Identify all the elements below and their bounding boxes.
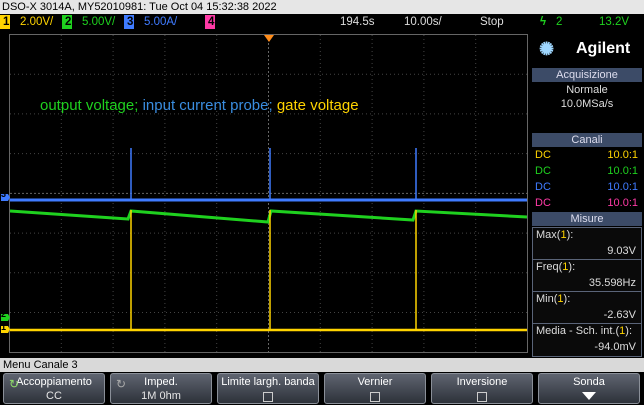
measurement-min[interactable]: Min(1): -2.63V bbox=[532, 291, 642, 325]
caption-input-current: input current probe; bbox=[142, 97, 277, 114]
ch2-scale[interactable]: 5.00V/ bbox=[82, 14, 115, 30]
impedance-softkey[interactable]: ↻ Imped. 1M 0hm bbox=[110, 373, 212, 404]
brand-name: Agilent bbox=[576, 40, 631, 57]
measurement-max[interactable]: Max(1): 9.03V bbox=[532, 227, 642, 261]
coupling-softkey[interactable]: ↻ Accoppiamento CC bbox=[3, 373, 105, 404]
ch2-marker-label: 2 bbox=[1, 309, 7, 319]
trigger-channel[interactable]: 2 bbox=[556, 14, 562, 30]
submenu-arrow-icon bbox=[582, 392, 596, 400]
softkey-bar: ↻ Accoppiamento CC ↻ Imped. 1M 0hm Limit… bbox=[0, 372, 644, 405]
trigger-edge-icon: ϟ bbox=[540, 16, 547, 28]
measurement-mean[interactable]: Media - Sch. int.(1): -94.0mV bbox=[532, 323, 642, 357]
graticule bbox=[0, 30, 529, 358]
run-state[interactable]: Stop bbox=[480, 14, 504, 30]
menu-title: Menu Canale 3 bbox=[0, 358, 644, 372]
ch3-scale[interactable]: 5.00A/ bbox=[144, 14, 177, 30]
probe-softkey[interactable]: Sonda bbox=[538, 373, 640, 404]
caption-output-voltage: output voltage; bbox=[40, 97, 143, 114]
trigger-level[interactable]: 13.2V bbox=[599, 14, 629, 30]
ch1-marker-label: 1 bbox=[1, 322, 7, 332]
rotate-knob-icon: ↻ bbox=[116, 377, 127, 391]
ch1-number[interactable]: 1 bbox=[1, 14, 11, 30]
ch2-number[interactable]: 2 bbox=[63, 14, 73, 30]
acquisition-header: Acquisizione bbox=[532, 68, 642, 82]
bandwidth-limit-checkbox[interactable] bbox=[263, 392, 273, 403]
time-offset[interactable]: 194.5s bbox=[340, 14, 375, 30]
ch3-number[interactable]: 3 bbox=[125, 14, 135, 30]
rotate-knob-icon: ↻ bbox=[9, 377, 20, 391]
invert-softkey[interactable]: Inversione bbox=[431, 373, 533, 404]
trace-caption: output voltage; input current probe; gat… bbox=[40, 97, 359, 114]
time-scale[interactable]: 10.00s/ bbox=[404, 14, 442, 30]
window-title: DSO-X 3014A, MY52010981: Tue Oct 04 15:3… bbox=[0, 0, 644, 14]
channel-status-bar: 1 2.00V/ 2 5.00V/ 3 5.00A/ 4 194.5s 10.0… bbox=[0, 14, 644, 30]
vernier-softkey[interactable]: Vernier bbox=[324, 373, 426, 404]
agilent-spark-icon: ✺ bbox=[539, 39, 555, 59]
ch3-marker-label: 3 bbox=[1, 189, 7, 199]
vernier-checkbox[interactable] bbox=[370, 392, 380, 403]
measurement-freq[interactable]: Freq(1): 35.598Hz bbox=[532, 259, 642, 293]
ch4-number[interactable]: 4 bbox=[206, 14, 216, 30]
side-panel: ✺ Agilent Acquisizione Normale 10.0MSa/s… bbox=[530, 30, 644, 358]
waveform-display[interactable]: 3 2 1 output voltage; input current prob… bbox=[0, 30, 529, 358]
brand-logo: ✺ Agilent bbox=[530, 38, 644, 60]
acquisition-mode: Normale bbox=[566, 84, 608, 96]
invert-checkbox[interactable] bbox=[477, 392, 487, 403]
ch1-scale[interactable]: 2.00V/ bbox=[20, 14, 53, 30]
bandwidth-limit-softkey[interactable]: Limite largh. banda bbox=[217, 373, 319, 404]
channels-header: Canali bbox=[532, 133, 642, 147]
sample-rate: 10.0MSa/s bbox=[560, 98, 614, 110]
measurements-header: Misure bbox=[532, 212, 642, 226]
caption-gate-voltage: gate voltage bbox=[276, 97, 359, 114]
